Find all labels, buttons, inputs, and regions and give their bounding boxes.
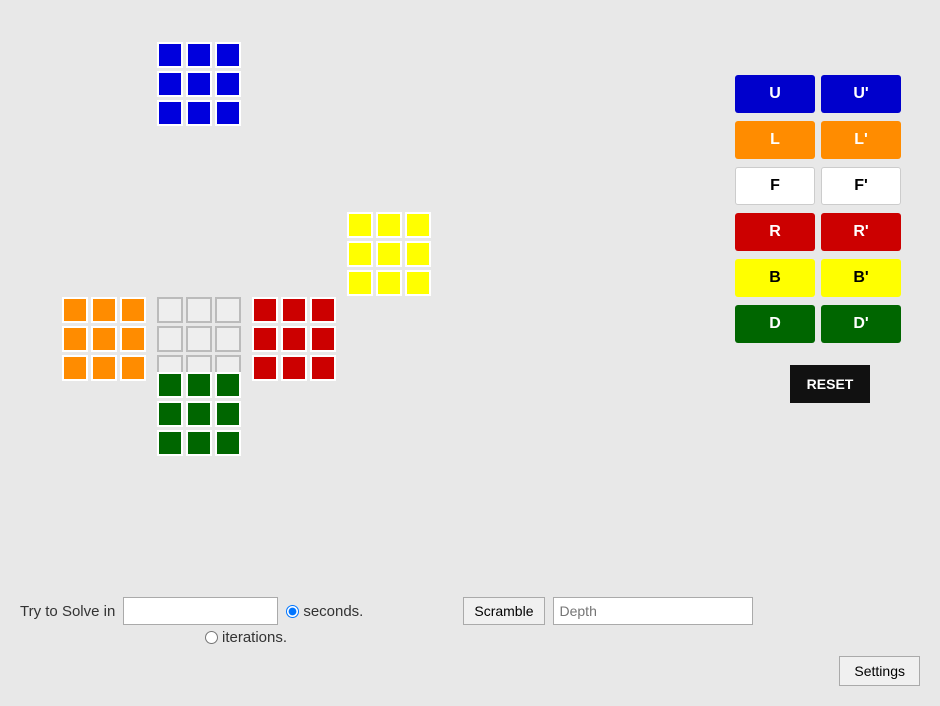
iterations-label: iterations.	[222, 629, 287, 646]
move-row-D: D D'	[735, 305, 925, 343]
settings-button[interactable]: Settings	[839, 656, 920, 686]
cell[interactable]	[62, 326, 88, 352]
cell[interactable]	[252, 326, 278, 352]
depth-input[interactable]	[553, 597, 753, 625]
cell[interactable]	[157, 401, 183, 427]
cell[interactable]	[405, 270, 431, 296]
move-D-button[interactable]: D	[735, 305, 815, 343]
solve-row-seconds: Try to Solve in seconds.	[20, 597, 363, 625]
scramble-button[interactable]: Scramble	[463, 597, 544, 625]
cell[interactable]	[376, 241, 402, 267]
cell[interactable]	[215, 401, 241, 427]
cell[interactable]	[120, 355, 146, 381]
seconds-radio-label[interactable]: seconds.	[286, 603, 363, 620]
cell[interactable]	[186, 100, 212, 126]
iterations-radio[interactable]	[205, 631, 218, 644]
cell[interactable]	[310, 326, 336, 352]
cell[interactable]	[215, 100, 241, 126]
face-bottom	[155, 370, 250, 540]
cell[interactable]	[62, 297, 88, 323]
solve-label: Try to Solve in	[20, 603, 115, 620]
move-U-button[interactable]: U	[735, 75, 815, 113]
cell[interactable]	[310, 297, 336, 323]
solve-group: Try to Solve in seconds. iterations.	[20, 597, 363, 646]
seconds-label: seconds.	[303, 603, 363, 620]
cell[interactable]	[157, 42, 183, 68]
face-right	[250, 210, 345, 370]
cell[interactable]	[376, 212, 402, 238]
cell[interactable]	[186, 430, 212, 456]
cell[interactable]	[376, 270, 402, 296]
move-R-button[interactable]: R	[735, 213, 815, 251]
cell[interactable]	[215, 297, 241, 323]
cell[interactable]	[347, 241, 373, 267]
move-row-L: L L'	[735, 121, 925, 159]
cell[interactable]	[347, 270, 373, 296]
cell[interactable]	[186, 372, 212, 398]
cell[interactable]	[215, 430, 241, 456]
cell[interactable]	[120, 326, 146, 352]
scramble-group: Scramble	[463, 597, 752, 625]
cell[interactable]	[281, 297, 307, 323]
face-right-grid	[250, 295, 338, 383]
cell[interactable]	[186, 42, 212, 68]
reset-row: RESET	[735, 359, 925, 403]
reset-button[interactable]: RESET	[790, 365, 870, 403]
cell[interactable]	[405, 241, 431, 267]
move-B-button[interactable]: B	[735, 259, 815, 297]
cell[interactable]	[215, 326, 241, 352]
face-left	[60, 210, 155, 370]
cell[interactable]	[215, 71, 241, 97]
seconds-radio[interactable]	[286, 605, 299, 618]
cell[interactable]	[347, 212, 373, 238]
move-U-prime-button[interactable]: U'	[821, 75, 901, 113]
cell[interactable]	[186, 297, 212, 323]
cell[interactable]	[120, 297, 146, 323]
cell[interactable]	[157, 71, 183, 97]
move-row-U: U U'	[735, 75, 925, 113]
cell[interactable]	[252, 355, 278, 381]
cell[interactable]	[157, 100, 183, 126]
cell[interactable]	[186, 401, 212, 427]
cell[interactable]	[186, 326, 212, 352]
cell[interactable]	[157, 372, 183, 398]
face-top	[155, 40, 250, 210]
solve-input[interactable]	[123, 597, 278, 625]
cell[interactable]	[310, 355, 336, 381]
face-back-grid	[345, 210, 433, 298]
iterations-radio-label[interactable]: iterations.	[205, 629, 287, 646]
move-R-prime-button[interactable]: R'	[821, 213, 901, 251]
cell[interactable]	[157, 430, 183, 456]
cell[interactable]	[91, 326, 117, 352]
face-back	[345, 210, 440, 370]
face-front	[155, 210, 250, 370]
cell[interactable]	[62, 355, 88, 381]
move-row-F: F F'	[735, 167, 925, 205]
move-F-prime-button[interactable]: F'	[821, 167, 901, 205]
face-left-grid	[60, 295, 148, 383]
cell[interactable]	[91, 355, 117, 381]
cell[interactable]	[186, 71, 212, 97]
cell[interactable]	[252, 297, 278, 323]
move-row-B: B B'	[735, 259, 925, 297]
move-L-prime-button[interactable]: L'	[821, 121, 901, 159]
cell[interactable]	[157, 297, 183, 323]
cell[interactable]	[215, 372, 241, 398]
cell[interactable]	[91, 297, 117, 323]
cell[interactable]	[281, 355, 307, 381]
cell[interactable]	[215, 42, 241, 68]
cell[interactable]	[405, 212, 431, 238]
face-bottom-grid	[155, 370, 243, 458]
bottom-section: Try to Solve in seconds. iterations. Scr…	[20, 597, 920, 646]
move-B-prime-button[interactable]: B'	[821, 259, 901, 297]
move-L-button[interactable]: L	[735, 121, 815, 159]
move-F-button[interactable]: F	[735, 167, 815, 205]
cell[interactable]	[281, 326, 307, 352]
move-D-prime-button[interactable]: D'	[821, 305, 901, 343]
cube-net	[60, 40, 440, 540]
solve-row-iterations: iterations.	[20, 629, 363, 646]
face-top-grid	[155, 40, 243, 128]
cell[interactable]	[157, 326, 183, 352]
move-row-R: R R'	[735, 213, 925, 251]
